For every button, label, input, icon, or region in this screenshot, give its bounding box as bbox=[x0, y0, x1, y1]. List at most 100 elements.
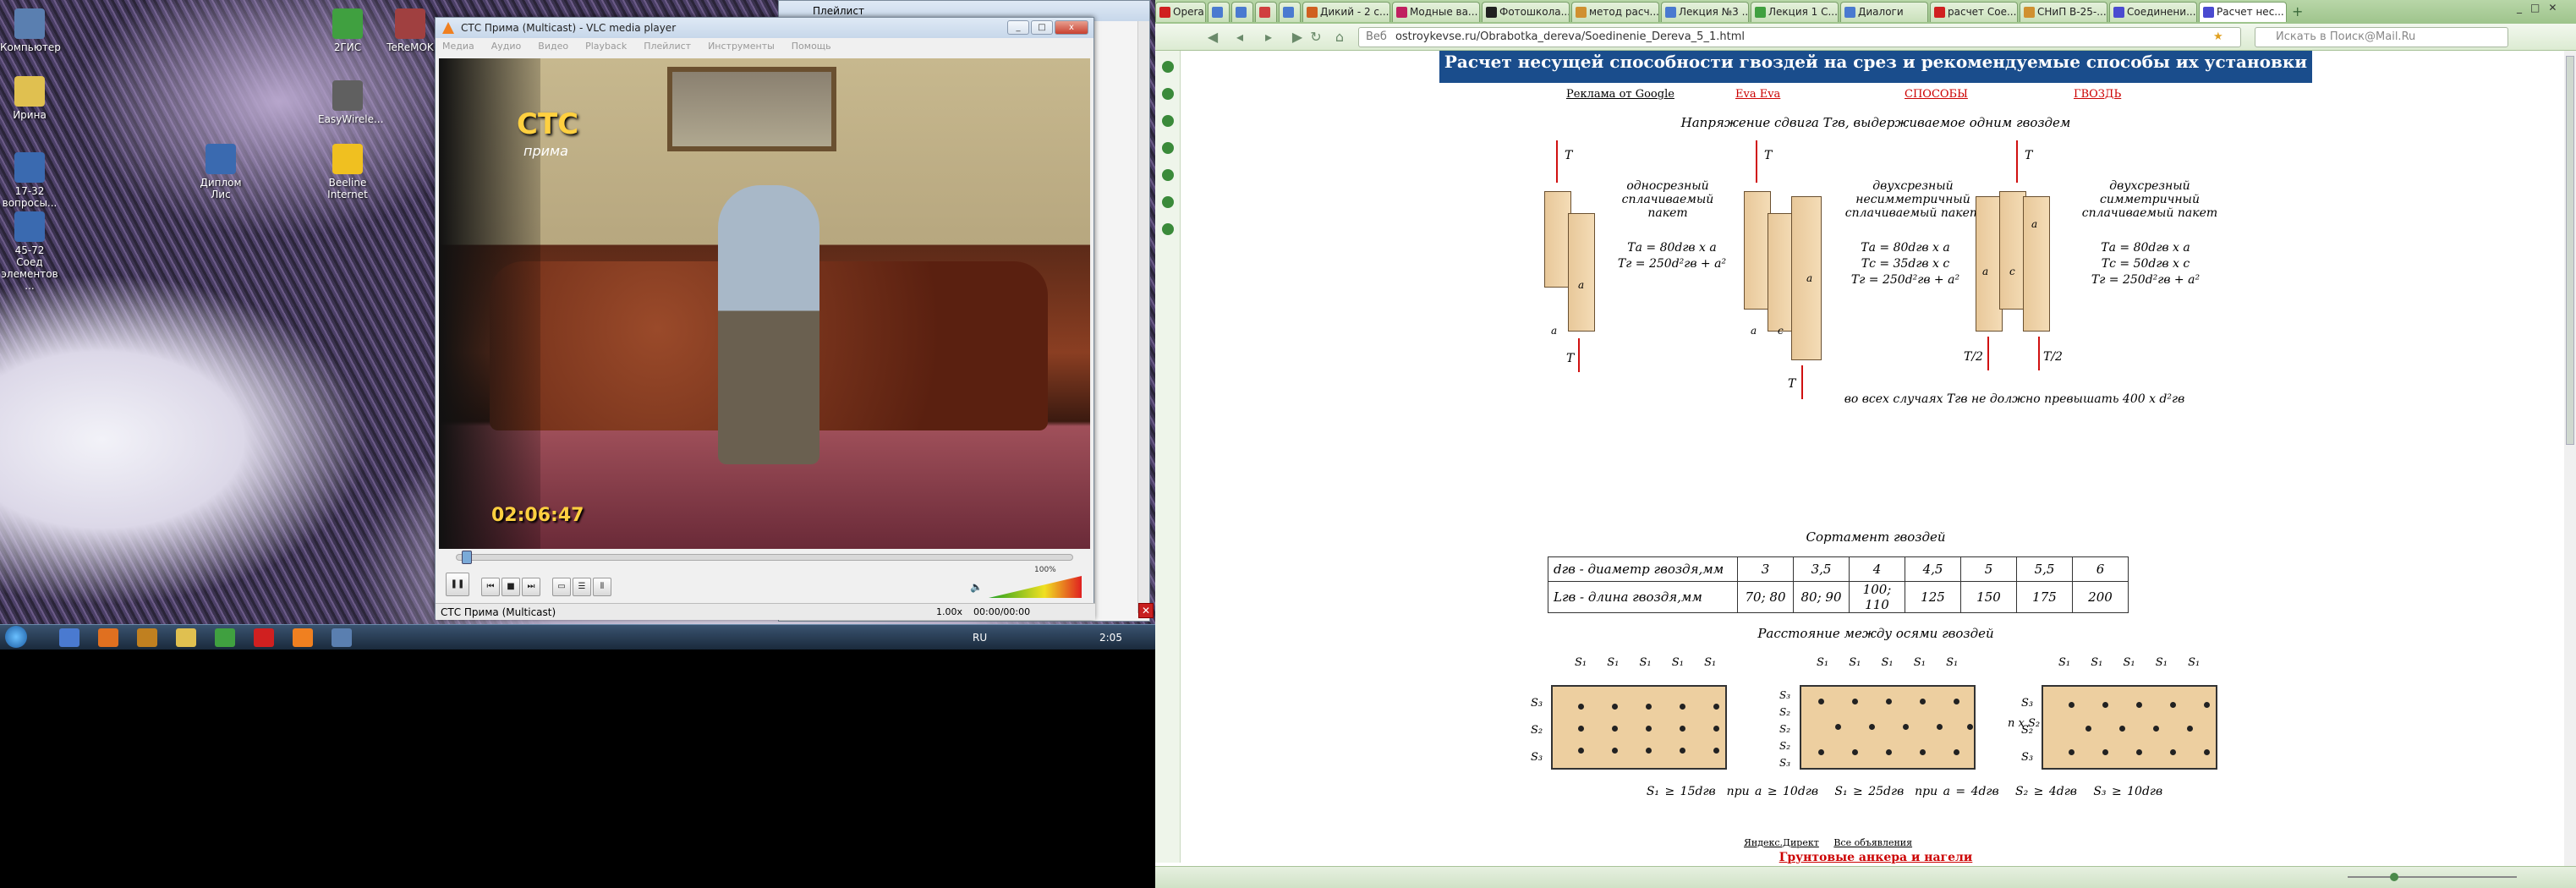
vlc-window[interactable]: СТС Прима (Multicast) - VLC media player… bbox=[435, 17, 1095, 620]
nav-link-methods[interactable]: СПОСОБЫ bbox=[1905, 88, 1968, 101]
reload-icon[interactable]: ↻ bbox=[1307, 29, 1324, 46]
address-prefix: Веб bbox=[1366, 30, 1387, 43]
tab[interactable]: Соединени... bbox=[2109, 2, 2197, 22]
mail-icon[interactable] bbox=[1162, 88, 1174, 100]
man-figure bbox=[718, 185, 819, 464]
desktop-icon-computer[interactable]: Компьютер bbox=[0, 8, 61, 53]
desktop-icon-label: 45-72 Соед элементов ... bbox=[1, 244, 58, 292]
taskbar-opera-icon[interactable] bbox=[254, 628, 274, 647]
shear-note: во всех случаях Tгв не должно превышать … bbox=[1844, 392, 2185, 406]
maximize-button[interactable]: □ bbox=[1031, 20, 1053, 35]
speaker-icon[interactable]: 🔈 bbox=[970, 581, 983, 593]
pause-button[interactable]: ❚❚ bbox=[446, 573, 469, 596]
desktop-icon-easywireless[interactable]: EasyWirele... bbox=[318, 80, 383, 125]
menu-playlist[interactable]: Плейлист bbox=[644, 41, 691, 52]
desktop-icon-doc-1[interactable]: 17-32 вопросы... bbox=[0, 152, 59, 209]
tab[interactable]: метод расч... bbox=[1571, 2, 1659, 22]
desktop-icon-diplom[interactable]: Диплом Лис bbox=[191, 144, 250, 200]
history-icon[interactable] bbox=[1162, 115, 1174, 127]
forward-button[interactable]: ▸ bbox=[1260, 29, 1277, 46]
taskbar-firefox-icon[interactable] bbox=[98, 628, 118, 647]
fast-forward-button[interactable]: ▶ bbox=[1289, 29, 1306, 46]
video-frame[interactable]: СТС прима 02:06:47 bbox=[439, 58, 1090, 549]
tab[interactable]: Дикий - 2 с... bbox=[1302, 2, 1390, 22]
menu-media[interactable]: Медиа bbox=[442, 41, 474, 52]
playlist-close-button[interactable]: ✕ bbox=[1138, 603, 1154, 618]
volume-slider[interactable] bbox=[989, 576, 1082, 598]
taskbar-folder-icon[interactable] bbox=[176, 628, 196, 647]
info-icon[interactable] bbox=[1162, 196, 1174, 208]
add-panel-icon[interactable] bbox=[1162, 223, 1174, 235]
start-button[interactable] bbox=[5, 626, 27, 648]
downloads-icon[interactable] bbox=[1162, 142, 1174, 154]
bookmarks-icon[interactable] bbox=[1162, 61, 1174, 73]
tab[interactable]: Фотошкола... bbox=[1482, 2, 1570, 22]
tab-pinned-1[interactable] bbox=[1208, 2, 1230, 22]
zoom-slider[interactable] bbox=[2348, 873, 2517, 881]
desktop-icon-teremok[interactable]: TeReMOK bbox=[381, 8, 440, 53]
vlc-titlebar[interactable]: СТС Прима (Multicast) - VLC media player… bbox=[436, 18, 1093, 38]
address-bar[interactable]: Веб ostroykevse.ru/Obrabotka_dereva/Soedi… bbox=[1358, 27, 2241, 47]
menu-tools[interactable]: Инструменты bbox=[708, 41, 775, 52]
desktop-icon-beeline[interactable]: Beeline Internet bbox=[318, 144, 377, 200]
tab-pinned-4[interactable] bbox=[1279, 2, 1301, 22]
close-button[interactable]: x bbox=[1055, 20, 1088, 35]
spacing-plank-rectangular bbox=[1551, 685, 1727, 770]
all-ads-link[interactable]: Все объявления bbox=[1833, 837, 1912, 848]
tab-pinned-3[interactable] bbox=[1255, 2, 1277, 22]
volume-label: 100% bbox=[1034, 566, 1056, 574]
taskbar-window-icon[interactable] bbox=[332, 628, 352, 647]
footer-ad-link[interactable]: Грунтовые анкера и нагели bbox=[1439, 851, 2312, 864]
taskbar-app-icon[interactable] bbox=[137, 628, 157, 647]
playlist-button[interactable]: ☰ bbox=[573, 578, 591, 596]
menu-playback[interactable]: Playback bbox=[585, 41, 627, 52]
menu-audio[interactable]: Аудио bbox=[491, 41, 522, 52]
nav-link-google-ads[interactable]: Реклама от Google bbox=[1566, 88, 1674, 101]
scrollbar-thumb[interactable] bbox=[2566, 56, 2574, 445]
home-icon[interactable]: ⌂ bbox=[1331, 29, 1348, 46]
taskbar-clock[interactable]: 2:05 bbox=[1099, 632, 1122, 644]
extended-settings-button[interactable]: ⫴ bbox=[593, 578, 611, 596]
force-label: T bbox=[1788, 377, 1796, 391]
tab-active[interactable]: Расчет нес... bbox=[2199, 2, 2287, 22]
tab-pinned-2[interactable] bbox=[1231, 2, 1253, 22]
back-button[interactable]: ◀ bbox=[1204, 29, 1221, 46]
seek-bar[interactable] bbox=[456, 551, 1073, 564]
tab-favicon bbox=[1486, 7, 1497, 18]
desktop-icon-doc-2[interactable]: 45-72 Соед элементов ... bbox=[0, 211, 59, 292]
next-button[interactable]: ⏭ bbox=[522, 578, 540, 596]
nav-link-eva[interactable]: Eva Eva bbox=[1735, 88, 1780, 101]
window-controls[interactable]: _□✕ bbox=[2517, 2, 2576, 22]
tab[interactable]: Лекция №3 ... bbox=[1661, 2, 1749, 22]
playlist-scrollbar[interactable] bbox=[1137, 21, 1149, 613]
notes-icon[interactable] bbox=[1162, 169, 1174, 181]
seek-handle[interactable] bbox=[462, 551, 472, 564]
channel-subtitle: прима bbox=[523, 143, 568, 159]
tab[interactable]: Диалоги bbox=[1840, 2, 1928, 22]
tab[interactable]: расчет Сое... bbox=[1930, 2, 2018, 22]
taskbar-vlc-icon[interactable] bbox=[293, 628, 313, 647]
search-field[interactable]: Искать в Поиск@Mail.Ru bbox=[2255, 27, 2508, 47]
taskbar-explorer-icon[interactable] bbox=[59, 628, 79, 647]
stop-button[interactable]: ■ bbox=[501, 578, 520, 596]
yandex-direct-link[interactable]: Яндекс.Директ bbox=[1744, 837, 1819, 848]
fullscreen-button[interactable]: ▭ bbox=[552, 578, 571, 596]
new-tab-button[interactable]: + bbox=[2292, 3, 2303, 19]
playback-speed[interactable]: 1.00x bbox=[936, 606, 962, 617]
tab[interactable]: Лекция 1 С... bbox=[1751, 2, 1839, 22]
opera-menu-button[interactable]: Opera bbox=[1155, 2, 1206, 22]
previous-button[interactable]: ⏮ bbox=[481, 578, 500, 596]
desktop-icon-irina[interactable]: Ирина bbox=[0, 76, 59, 121]
tab[interactable]: Модные ва... bbox=[1392, 2, 1480, 22]
menu-video[interactable]: Видео bbox=[538, 41, 568, 52]
taskbar-icq-icon[interactable] bbox=[215, 628, 235, 647]
table-cell: 4,5 bbox=[1905, 556, 1961, 582]
menu-help[interactable]: Помощь bbox=[792, 41, 831, 52]
rewind-button[interactable]: ◂ bbox=[1231, 29, 1248, 46]
tab[interactable]: СНиП В-25-... bbox=[2020, 2, 2107, 22]
bookmark-star-icon[interactable]: ★ bbox=[2213, 28, 2223, 47]
nav-link-nail[interactable]: ГВОЗДЬ bbox=[2074, 88, 2121, 101]
language-indicator[interactable]: RU bbox=[973, 632, 987, 644]
desktop-icon-2gis[interactable]: 2ГИС bbox=[318, 8, 377, 53]
minimize-button[interactable]: _ bbox=[1007, 20, 1029, 35]
